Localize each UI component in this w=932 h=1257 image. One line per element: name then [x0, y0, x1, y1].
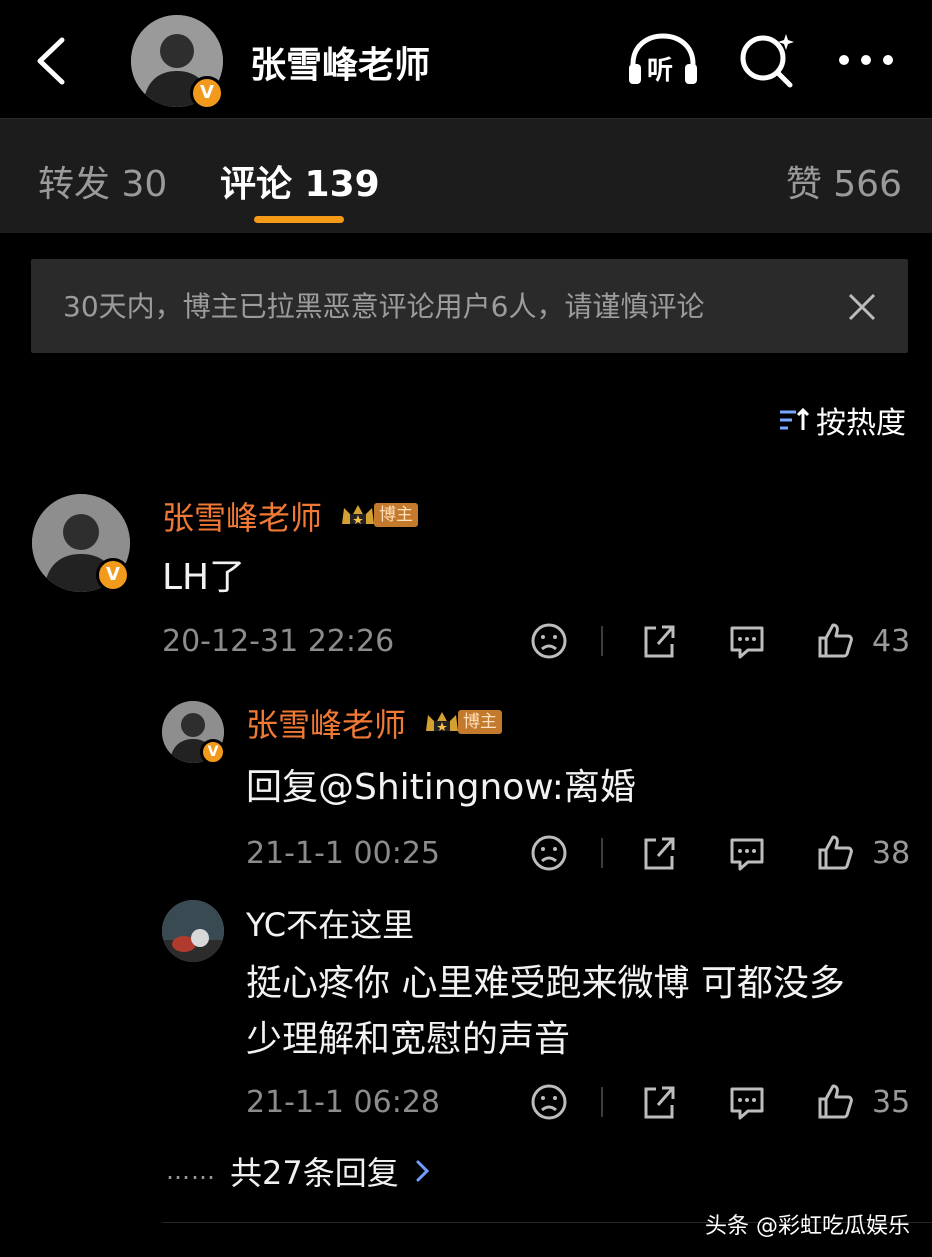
- blogger-badge: 博主: [424, 708, 502, 736]
- active-tab-indicator: [254, 216, 344, 223]
- watermark: 头条 @彩虹吃瓜娱乐: [705, 1214, 910, 1239]
- reply-text-line-2: 少理解和宽慰的声音: [246, 1019, 571, 1060]
- more-dots-icon: [839, 55, 893, 65]
- action-divider: [601, 838, 603, 868]
- action-divider: [601, 1087, 603, 1117]
- notice-banner: 30天内，博主已拉黑恶意评论用户6人，请谨慎评论: [31, 259, 908, 353]
- search-icon: [740, 34, 794, 88]
- thumbs-up-icon: [818, 835, 853, 870]
- comment-bubble-icon: [730, 838, 764, 871]
- comment-bubble-icon: [730, 1087, 764, 1120]
- listen-label: 听: [647, 56, 674, 86]
- share-button[interactable]: [638, 832, 680, 874]
- sort-control[interactable]: 按热度: [778, 400, 906, 441]
- more-replies-label: 共27条回复: [230, 1154, 399, 1192]
- listen-button[interactable]: 听: [625, 30, 701, 90]
- blogger-badge: 博主: [340, 501, 418, 529]
- reply-button[interactable]: [726, 832, 768, 874]
- dislike-button[interactable]: [528, 1081, 570, 1123]
- share-icon: [644, 837, 675, 870]
- reply-time: 21-1-1 00:25: [246, 836, 440, 871]
- reply-author[interactable]: 张雪峰老师: [246, 700, 406, 746]
- share-button[interactable]: [638, 620, 680, 662]
- comment-bubble-icon: [730, 626, 764, 659]
- dislike-button[interactable]: [528, 832, 570, 874]
- notice-text: 30天内，博主已拉黑恶意评论用户6人，请谨慎评论: [63, 290, 705, 323]
- dislike-button[interactable]: [528, 620, 570, 662]
- like-button[interactable]: [814, 832, 856, 874]
- share-button[interactable]: [638, 1081, 680, 1123]
- tab-comments[interactable]: 评论 139: [220, 155, 380, 207]
- verified-badge-icon: V: [190, 76, 224, 110]
- share-icon: [644, 625, 675, 658]
- cartoon-avatar-image: [162, 900, 224, 962]
- more-dots: ……: [166, 1157, 216, 1185]
- comment-author[interactable]: 张雪峰老师: [162, 493, 322, 539]
- reply-button[interactable]: [726, 1081, 768, 1123]
- notice-close-button[interactable]: [844, 289, 880, 325]
- sort-label: 按热度: [816, 406, 906, 441]
- like-count: 43: [872, 624, 911, 659]
- tab-likes[interactable]: 赞 566: [786, 155, 902, 207]
- thumbs-up-icon: [818, 1084, 853, 1119]
- chevron-left-icon: [37, 37, 65, 85]
- tab-bar: 转发 30 评论 139 赞 566: [0, 118, 932, 233]
- reply-button[interactable]: [726, 620, 768, 662]
- comment-text: LH了: [162, 557, 246, 598]
- crown-icon: [426, 712, 458, 731]
- reply-text-line-1: 挺心疼你 心里难受跑来微博 可都没多: [246, 963, 845, 1004]
- blogger-badge-label: 博主: [374, 503, 418, 527]
- thumbs-up-icon: [818, 623, 853, 658]
- more-options-button[interactable]: [834, 38, 898, 82]
- more-replies-link[interactable]: …… 共27条回复: [166, 1148, 433, 1194]
- search-button[interactable]: [736, 30, 798, 90]
- back-button[interactable]: [30, 34, 74, 88]
- reply-avatar[interactable]: [162, 900, 224, 962]
- tab-reposts[interactable]: 转发 30: [38, 155, 167, 207]
- sad-face-icon: [531, 1084, 567, 1120]
- reply-author[interactable]: YC不在这里: [246, 900, 414, 946]
- like-button[interactable]: [814, 620, 856, 662]
- verified-badge-icon: V: [200, 739, 226, 765]
- like-button[interactable]: [814, 1081, 856, 1123]
- comment-time: 20-12-31 22:26: [162, 624, 395, 659]
- like-count: 38: [872, 836, 911, 871]
- action-divider: [601, 626, 603, 656]
- verified-badge-icon: V: [96, 558, 130, 592]
- chevron-right-icon: [416, 1160, 429, 1182]
- like-count: 35: [872, 1085, 911, 1120]
- reply-time: 21-1-1 06:28: [246, 1085, 440, 1120]
- close-icon: [848, 293, 876, 321]
- crown-icon: [342, 505, 374, 524]
- share-icon: [644, 1086, 675, 1119]
- blogger-badge-label: 博主: [458, 710, 502, 734]
- reply-text: 回复@Shitingnow:离婚: [246, 767, 636, 808]
- sort-icon: [780, 407, 810, 430]
- sad-face-icon: [531, 835, 567, 871]
- page-title: 张雪峰老师: [250, 45, 431, 86]
- sad-face-icon: [531, 623, 567, 659]
